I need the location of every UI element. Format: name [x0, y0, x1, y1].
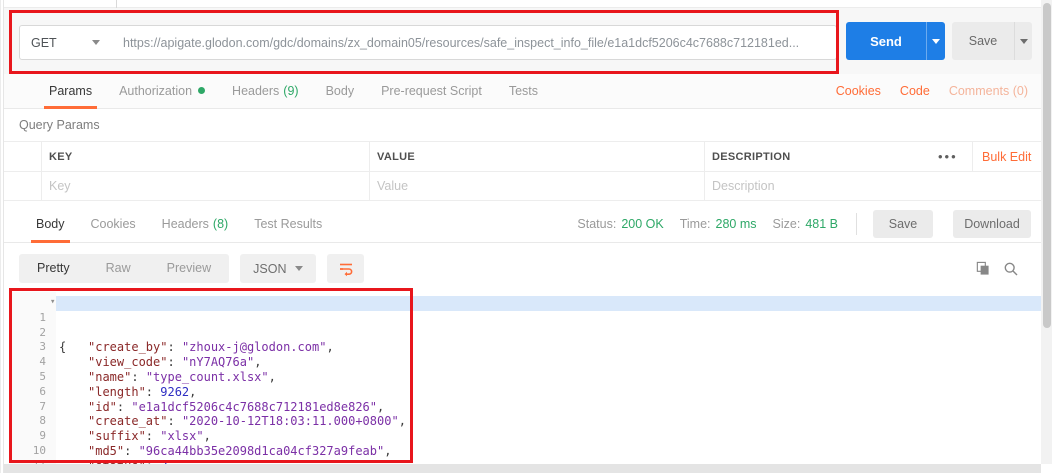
view-mode-pretty[interactable]: Pretty — [19, 254, 88, 283]
save-request-button[interactable]: Save — [952, 22, 1014, 60]
url-input[interactable] — [111, 25, 837, 60]
chevron-down-icon — [1020, 39, 1028, 44]
size-value: 481 B — [805, 217, 838, 231]
code-line: 5 "length": 9262, — [4, 355, 1041, 370]
request-tabs: Params Authorization Headers(9) Body Pre… — [4, 74, 1041, 109]
column-header-description: DESCRIPTION — [712, 142, 790, 173]
authorization-status-dot — [198, 87, 205, 94]
query-params-header-row: KEY VALUE DESCRIPTION ••• Bulk Edit — [4, 141, 1041, 172]
view-mode-raw[interactable]: Raw — [88, 254, 149, 283]
response-section-bar: Body Cookies Headers(8) Test Results Sta… — [4, 205, 1041, 243]
param-key-input[interactable] — [49, 172, 329, 200]
code-line: 10 "status": 2 — [4, 429, 1041, 444]
send-button[interactable]: Send — [846, 22, 926, 60]
response-tab-cookies[interactable]: Cookies — [91, 205, 136, 243]
tab-headers[interactable]: Headers(9) — [232, 74, 299, 109]
code-line: 6 "id": "e1a1dcf5206c4c7688c712181ed8e82… — [4, 370, 1041, 385]
save-options-button[interactable] — [1014, 22, 1032, 60]
response-viewer-toolbar: Pretty Raw Preview JSON — [4, 247, 1041, 290]
response-meta: Status: 200 OK Time: 280 ms Size: 481 B … — [577, 210, 1041, 238]
query-params-title: Query Params — [19, 118, 100, 132]
viewer-icons — [975, 261, 1041, 277]
column-divider — [369, 142, 370, 171]
send-button-group: Send — [846, 22, 945, 60]
download-button[interactable]: Download — [953, 210, 1031, 238]
top-strip — [4, 0, 1041, 8]
wrap-text-icon — [338, 261, 354, 277]
tab-authorization[interactable]: Authorization — [119, 74, 205, 109]
wrap-text-button[interactable] — [327, 254, 364, 283]
tab-body[interactable]: Body — [326, 74, 355, 109]
copy-icon — [975, 261, 990, 276]
request-tabs-right: Cookies Code Comments (0) — [836, 84, 1041, 98]
meta-divider — [856, 213, 857, 235]
time-label: Time: — [680, 217, 711, 231]
tab-prerequest-script[interactable]: Pre-request Script — [381, 74, 482, 109]
search-button[interactable] — [1003, 261, 1019, 277]
column-divider — [41, 172, 42, 200]
language-select[interactable]: JSON — [240, 254, 316, 283]
copy-button[interactable] — [975, 261, 990, 276]
collapse-icon[interactable]: ▾ — [50, 295, 55, 310]
scrollbar-thumb[interactable] — [1043, 3, 1051, 328]
tab-tests[interactable]: Tests — [509, 74, 538, 109]
tab-params[interactable]: Params — [49, 74, 92, 109]
method-label: GET — [31, 36, 57, 50]
code-line: 8 "suffix": "xlsx", — [4, 400, 1041, 415]
chevron-down-icon — [92, 40, 100, 45]
cookies-link[interactable]: Cookies — [836, 84, 881, 98]
code-line: 1 ▾ { — [4, 296, 1041, 311]
method-select[interactable]: GET — [19, 25, 112, 60]
query-params-input-row — [4, 172, 1041, 201]
param-value-input[interactable] — [377, 172, 657, 200]
response-tab-test-results[interactable]: Test Results — [254, 205, 322, 243]
column-divider — [369, 172, 370, 200]
save-button-group: Save — [952, 22, 1032, 60]
column-divider — [704, 172, 705, 200]
view-mode-switch: Pretty Raw Preview — [19, 254, 229, 283]
column-header-key: KEY — [49, 142, 73, 173]
search-icon — [1003, 261, 1019, 277]
size-label: Size: — [773, 217, 801, 231]
comments-link[interactable]: Comments (0) — [949, 84, 1028, 98]
chevron-down-icon — [295, 266, 303, 271]
postman-window: GET Send Save Params Authorization — [0, 0, 1057, 473]
status-label: Status: — [577, 217, 616, 231]
column-divider — [41, 142, 42, 171]
column-divider — [704, 142, 705, 171]
code-line: 9 "md5": "96ca44bb35e2098d1ca04cf327a9fe… — [4, 414, 1041, 429]
headers-count-badge: (9) — [283, 84, 298, 98]
time-value: 280 ms — [716, 217, 757, 231]
code-line: 4 "name": "type_count.xlsx", — [4, 340, 1041, 355]
view-mode-preview[interactable]: Preview — [149, 254, 229, 283]
code-line: 3 "view_code": "nY7AQ76a", — [4, 326, 1041, 341]
code-line: 2 "create_by": "zhoux-j@glodon.com", — [4, 311, 1041, 326]
response-tab-body[interactable]: Body — [36, 205, 65, 243]
save-response-button[interactable]: Save — [873, 210, 933, 238]
status-value: 200 OK — [621, 217, 663, 231]
response-tab-headers[interactable]: Headers(8) — [162, 205, 229, 243]
vertical-scrollbar[interactable] — [1041, 0, 1052, 464]
top-strip-divider — [116, 0, 117, 8]
send-options-button[interactable] — [926, 22, 945, 60]
chevron-down-icon — [932, 39, 940, 44]
more-options-icon[interactable]: ••• — [938, 142, 958, 171]
code-line: 11 } — [4, 444, 1041, 459]
toolbar-divider — [972, 142, 973, 171]
request-url-panel: GET Send Save — [4, 8, 1041, 74]
code-line: 7 "create_at": "2020-10-12T18:03:11.000+… — [4, 385, 1041, 400]
response-body-editor[interactable]: 1 ▾ { 2 "create_by": "zhoux-j@glodon.com… — [4, 292, 1041, 464]
param-description-input[interactable] — [712, 172, 992, 200]
bulk-edit-button[interactable]: Bulk Edit — [982, 142, 1031, 173]
column-header-value: VALUE — [377, 142, 415, 173]
code-link[interactable]: Code — [900, 84, 930, 98]
horizontal-scrollbar[interactable] — [4, 464, 1041, 473]
response-headers-count-badge: (8) — [213, 217, 228, 231]
